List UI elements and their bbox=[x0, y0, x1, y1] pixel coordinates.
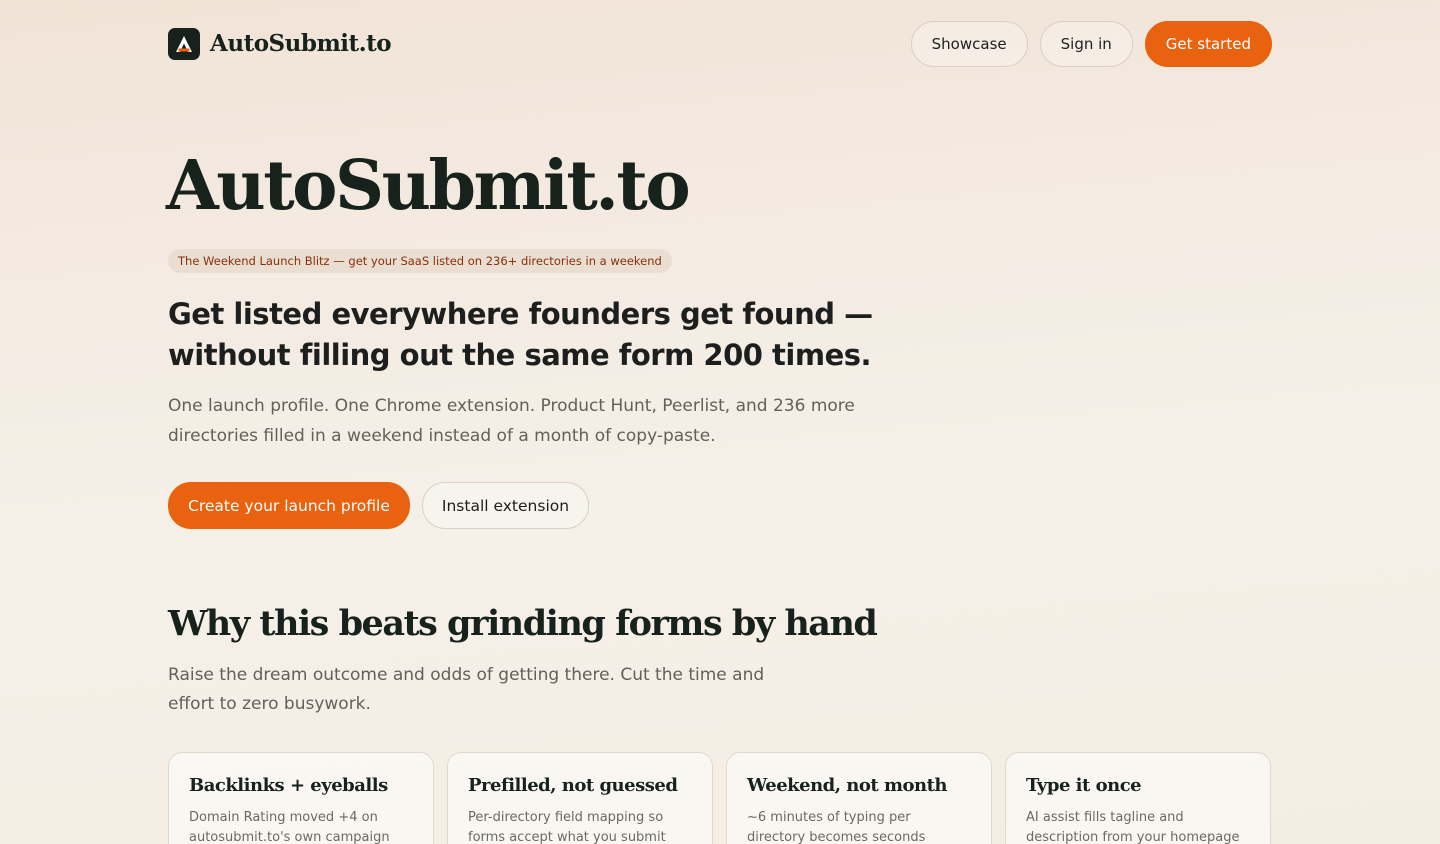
install-extension-button[interactable]: Install extension bbox=[421, 482, 590, 529]
hero-cta-group: Create your launch profile Install exten… bbox=[168, 482, 590, 529]
benefit-card: Weekend, not month ~6 minutes of typing … bbox=[726, 752, 992, 844]
benefit-card-body: ~6 minutes of typing per directory becom… bbox=[747, 810, 926, 844]
benefit-card: Backlinks + eyeballs Domain Rating moved… bbox=[168, 752, 434, 844]
benefit-card-title: Type it once bbox=[1026, 775, 1142, 796]
benefit-card-body: Domain Rating moved +4 on autosubmit.to'… bbox=[189, 810, 390, 844]
why-section-subtitle: Raise the dream outcome and odds of gett… bbox=[168, 665, 765, 714]
benefit-card: Type it once AI assist fills tagline and… bbox=[1005, 752, 1271, 844]
benefit-cards: Backlinks + eyeballs Domain Rating moved… bbox=[168, 752, 1272, 844]
autosubmit-logo-icon bbox=[168, 27, 200, 60]
top-nav: Showcase Sign in Get started bbox=[910, 20, 1272, 67]
showcase-button[interactable]: Showcase bbox=[910, 20, 1028, 67]
create-launch-profile-button[interactable]: Create your launch profile bbox=[168, 482, 410, 529]
hero-description: One launch profile. One Chrome extension… bbox=[168, 396, 855, 446]
benefit-card-body: Per-directory field mapping so forms acc… bbox=[468, 810, 666, 844]
launch-blitz-badge: The Weekend Launch Blitz — get your SaaS… bbox=[168, 249, 672, 273]
get-started-button[interactable]: Get started bbox=[1144, 20, 1272, 67]
brand-name: AutoSubmit.to bbox=[210, 30, 392, 57]
brand[interactable]: AutoSubmit.to bbox=[168, 27, 392, 60]
hero-title: AutoSubmit.to bbox=[166, 146, 691, 226]
benefit-card-title: Backlinks + eyeballs bbox=[189, 775, 388, 796]
why-section-title: Why this beats grinding forms by hand bbox=[168, 603, 878, 644]
benefit-card-title: Weekend, not month bbox=[747, 775, 948, 796]
benefit-card-body: AI assist fills tagline and description … bbox=[1026, 810, 1240, 844]
benefit-card-title: Prefilled, not guessed bbox=[468, 775, 678, 796]
hero-subheadline: Get listed everywhere founders get found… bbox=[168, 297, 873, 372]
site-header: AutoSubmit.to Showcase Sign in Get start… bbox=[168, 20, 1272, 67]
sign-in-button[interactable]: Sign in bbox=[1039, 20, 1133, 67]
benefit-card: Prefilled, not guessed Per-directory fie… bbox=[447, 752, 713, 844]
